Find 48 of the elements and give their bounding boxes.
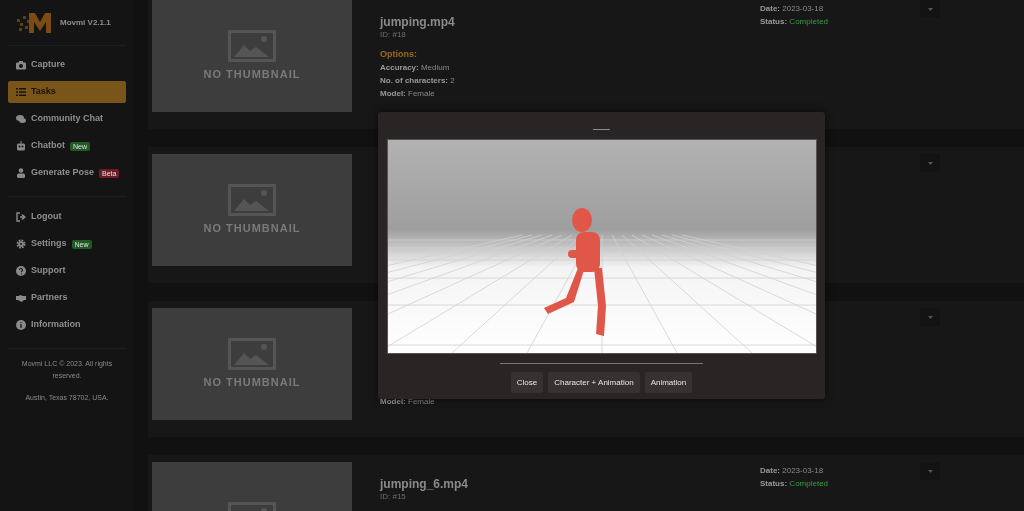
image-icon <box>228 29 276 62</box>
task-date: Date: 2023-03-18 <box>760 465 825 477</box>
dialog-button[interactable]: Animation <box>644 372 693 393</box>
task-id: ID: #15 <box>380 491 407 503</box>
robot-icon <box>16 141 26 151</box>
caret-icon <box>927 161 933 165</box>
image-icon <box>228 337 276 370</box>
list-icon <box>16 87 26 97</box>
camera-icon <box>16 60 26 70</box>
caret-icon <box>927 469 933 473</box>
info-icon <box>16 320 26 330</box>
settings-icon <box>16 239 26 249</box>
task-detail: Accuracy: Medium <box>380 62 451 74</box>
caret-icon <box>927 7 933 11</box>
task-menu-button[interactable] <box>920 0 940 18</box>
nav-item[interactable]: Partners <box>8 287 126 309</box>
handshake-icon <box>16 293 26 303</box>
task-id: ID: #18 <box>380 29 407 41</box>
task-status: Status: Completed <box>760 16 830 28</box>
no-thumbnail-label: NO THUMBNAIL <box>203 220 301 236</box>
image-icon <box>228 183 276 216</box>
nav-item[interactable]: Capture <box>8 54 126 76</box>
logout-icon <box>16 212 26 222</box>
task-title: jumping.mp4 <box>380 15 456 29</box>
help-icon <box>16 266 26 276</box>
nav-item[interactable]: Logout <box>8 206 126 228</box>
dialog-button[interactable]: Character + Animation <box>548 372 640 393</box>
app-name: Movmi V2.1.1 <box>60 16 111 29</box>
dialog-button[interactable]: Close <box>510 372 544 393</box>
options-heading: Options: <box>380 48 418 60</box>
task-detail: Model: Female <box>380 396 436 408</box>
no-thumbnail-label: NO THUMBNAIL <box>203 66 301 82</box>
task-detail: No. of characters: 2 <box>380 75 456 87</box>
task-menu-button[interactable] <box>920 308 940 326</box>
person-icon <box>16 168 26 178</box>
nav-item[interactable]: Information <box>8 314 126 336</box>
nav-item[interactable]: Support <box>8 260 126 282</box>
chat-icon <box>16 114 26 124</box>
task-menu-button[interactable] <box>920 462 940 480</box>
task-detail: Model: Female <box>380 88 436 100</box>
caret-icon <box>927 315 933 319</box>
drag-handle[interactable] <box>593 129 610 130</box>
task-menu-button[interactable] <box>920 154 940 172</box>
task-date: Date: 2023-03-18 <box>760 3 825 15</box>
task-title: jumping_6.mp4 <box>380 477 469 491</box>
task-status: Status: Completed <box>760 478 830 490</box>
no-thumbnail-label: NO THUMBNAIL <box>203 374 301 390</box>
nav-item[interactable]: Community Chat <box>8 108 126 130</box>
